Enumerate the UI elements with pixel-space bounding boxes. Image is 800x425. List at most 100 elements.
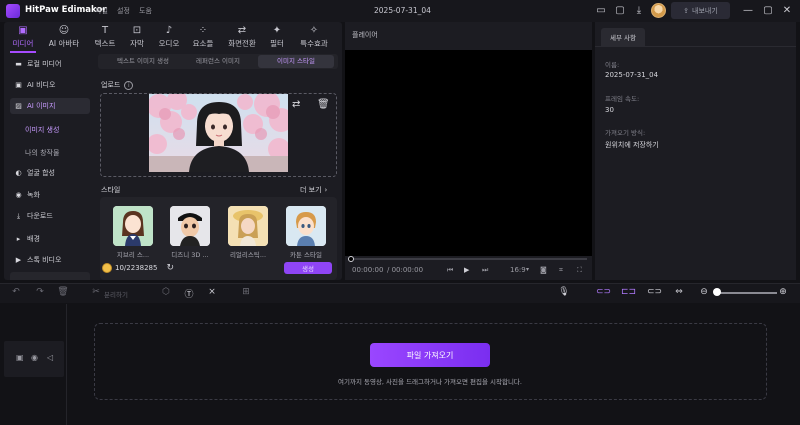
tab-effects[interactable]: ✧ 특수효과 [294,23,334,51]
tab-ai-avatar[interactable]: ☺ AI 아바타 [44,23,84,51]
tab-filter[interactable]: ✦ 필터 [264,23,290,51]
effects-icon: ✧ [309,25,319,36]
text-tool-icon[interactable]: Ⓣ [183,287,195,300]
preview-screen [345,50,592,256]
fullscreen-icon[interactable]: ⛶ [577,266,582,275]
sidebar-item-stock-video[interactable]: ▶ 스톡 비디오 [10,252,90,268]
download-icon[interactable]: ⤓ [632,4,646,18]
magnet-icon[interactable]: ⊏⊐ [621,287,636,297]
fps-value: 30 [605,106,614,114]
menu-settings[interactable]: 설정 [117,6,130,16]
drop-hint-text: 여기까지 동영상, 사진을 드래그하거나 가져오면 편집을 시작합니다. [338,378,522,386]
user-avatar[interactable] [651,3,666,18]
chevron-down-icon[interactable]: ▾ [526,266,529,273]
sidebar-item-local-media[interactable]: ▬ 로컬 미디어 [10,56,90,72]
microphone-icon[interactable]: 🎙 [558,287,570,297]
more-link[interactable]: 더 보기 › [300,185,327,195]
upload-label: 업로드 i [101,80,134,90]
style-name-realistic: 리얼리스틱... [229,251,267,259]
split-icon[interactable]: ✂ [90,287,102,297]
crop-icon[interactable]: ⌗ [559,266,563,275]
cut-tool-icon[interactable]: ⨯ [206,287,218,297]
trash-icon[interactable]: 🗑 [57,287,69,297]
import-file-button[interactable]: 파일 가져오기 [370,343,490,367]
tab-image-style[interactable]: 이미지 스타일 [258,55,334,68]
style-card-realistic[interactable] [228,206,268,246]
zoom-in-icon[interactable]: ⊕ [777,287,789,297]
background-icon: ▸ [16,234,21,243]
refresh-icon[interactable]: ↻ [166,263,174,273]
sidebar-item-ai-image[interactable]: ▨ AI 이미지 [10,98,90,114]
track-divider [66,304,67,425]
track-lock-icon[interactable]: ▣ [16,353,24,362]
fit-icon[interactable]: ⇔ [673,287,685,297]
sidebar-item-face-swap[interactable]: ◐ 얼굴 합성 [10,165,90,181]
redo-icon[interactable]: ↷ [34,287,46,297]
scrub-bar[interactable] [351,258,587,260]
tab-audio[interactable]: ♪ 오디오 [153,23,185,51]
play-icon[interactable]: ▶ [464,266,469,274]
image-icon: ▨ [15,101,22,110]
mask-icon[interactable]: ⬡ [160,287,172,297]
style-card-disney-3d[interactable] [170,206,210,246]
close-icon[interactable]: ✕ [780,4,794,18]
tab-text[interactable]: T 텍스트 [88,23,122,51]
track-audio-icon[interactable]: ◁ [47,353,53,362]
info-icon[interactable]: i [124,80,134,90]
import-mode-value: 원위치에 저장하기 [605,141,659,149]
sidebar-item-download[interactable]: ⤓ 다운로드 [10,208,90,224]
aspect-ratio[interactable]: 16:9 [510,266,526,274]
zoom-slider-handle[interactable] [713,288,721,296]
style-card-ghibli[interactable] [113,206,153,246]
sidebar-item-ai-video[interactable]: ▣ AI 비디오 [10,77,90,93]
style-label: 스타일 [101,186,121,194]
menu-file[interactable]: 파일 [95,6,108,16]
track-header: ▣ ◉ ◁ [4,341,64,377]
maximize-icon[interactable]: ▢ [761,4,775,18]
layout-icon[interactable]: ▭ [594,4,608,18]
subtitle-icon: ⊡ [132,25,142,36]
sidebar-sub-my-creations[interactable]: 나의 창작물 [25,148,59,158]
snapshot-icon[interactable]: ◙ [540,266,547,274]
play-circle-icon: ▶ [15,255,22,264]
undo-icon[interactable]: ↶ [10,287,22,297]
minimize-icon[interactable]: — [741,4,755,18]
feedback-icon[interactable]: ▢ [613,4,627,18]
tab-subtitle[interactable]: ⊡ 자막 [124,23,150,51]
chain-icon[interactable]: ⊂⊃ [647,287,662,297]
menu-help[interactable]: 도움 [139,6,152,16]
credit-counter: 10/2238285 ↻ [102,261,174,274]
style-name-ghibli: 지브리 스... [116,251,150,259]
name-value: 2025-07-31_04 [605,71,659,79]
player-tab[interactable]: 플레이어 [352,30,378,40]
sidebar-item-record[interactable]: ◉ 녹화 [10,187,90,203]
replace-icon[interactable]: ⇄ [292,99,300,110]
export-button[interactable]: ⇪ 내보내기 [671,2,730,19]
next-frame-icon[interactable]: ⏭ [482,266,488,275]
tab-transition[interactable]: ⇄ 화면전환 [222,23,262,51]
download-icon: ⤓ [16,211,21,220]
text-icon: T [101,25,109,36]
zoom-slider[interactable] [719,292,777,294]
tab-media[interactable]: ▣ 미디어 [6,23,40,53]
delete-icon[interactable]: 🗑 [317,99,330,110]
tab-elements[interactable]: ⁘ 요소들 [188,23,218,51]
generate-button[interactable]: 생성 [284,262,332,274]
sidebar-sub-image-generate[interactable]: 이미지 생성 [25,125,59,135]
app-logo [6,4,20,18]
tab-text-to-image[interactable]: 텍스트 이미지 생성 [104,55,182,68]
split-label[interactable]: 분리하기 [104,289,128,299]
link-icon[interactable]: ⊂⊃ [596,287,611,297]
scrub-handle[interactable] [348,256,354,262]
tab-details[interactable]: 세부 사항 [601,28,645,46]
tab-reference-image[interactable]: 레퍼런스 이미지 [182,55,254,68]
zoom-out-icon[interactable]: ⊖ [698,287,710,297]
prev-frame-icon[interactable]: ⏮ [447,266,453,275]
style-card-cartoon[interactable] [286,206,326,246]
sidebar-item-background[interactable]: ▸ 배경 [10,231,90,247]
details-divider [595,46,796,47]
add-marker-icon[interactable]: ⊞ [240,287,252,297]
track-visibility-icon[interactable]: ◉ [31,353,38,362]
elements-icon: ⁘ [198,25,208,36]
style-name-cartoon: 카툰 스타일 [290,251,322,259]
